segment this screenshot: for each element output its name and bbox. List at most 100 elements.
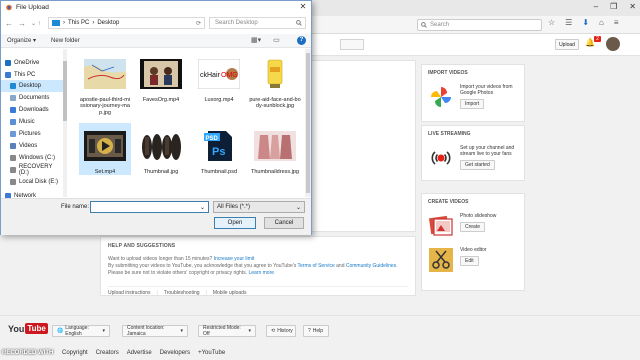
file-name-input[interactable]: ⌄ xyxy=(90,201,209,213)
download-icon[interactable]: ⬇ xyxy=(582,18,589,27)
chevron-down-icon[interactable]: ⌄ xyxy=(200,204,205,211)
preview-pane-icon[interactable]: ▭ xyxy=(273,36,280,44)
dialog-close-button[interactable]: ✕ xyxy=(297,2,309,12)
back-arrow-icon[interactable]: ← xyxy=(5,19,13,28)
organize-button[interactable]: Organize ▾ xyxy=(7,37,36,44)
increase-limit-link[interactable]: Increase your limit xyxy=(214,256,255,262)
file-scrollbar-thumb[interactable] xyxy=(306,53,310,193)
help-icon[interactable]: ? xyxy=(297,36,306,45)
slideshow-label: Photo slideshow xyxy=(460,213,497,219)
cancel-button[interactable]: Cancel xyxy=(264,217,304,229)
file-thumbnail xyxy=(249,123,301,169)
svg-text:OMG: OMG xyxy=(221,72,238,79)
file-name: Luxorg.mp4 xyxy=(204,97,234,103)
list-icon[interactable]: ☰ xyxy=(565,18,572,27)
mobile-uploads-link[interactable]: Mobile uploads xyxy=(213,290,247,296)
navigation-pane: OneDrive This PC Desktop Documents Downloads… xyxy=(1,49,67,199)
youtube-search-button[interactable] xyxy=(340,39,364,50)
nav-item[interactable]: Desktop xyxy=(1,80,63,92)
new-folder-button[interactable]: New folder xyxy=(51,38,80,44)
home-icon[interactable]: ⌂ xyxy=(599,18,604,27)
star-icon[interactable]: ☆ xyxy=(548,18,555,27)
guidelines-link[interactable]: Community Guidelines xyxy=(346,263,396,269)
help-line-3: Please be sure not to violate others' co… xyxy=(108,270,275,276)
file-upload-dialog: File Upload ✕ ← → ⌄ ↑ › This PC › Deskto… xyxy=(0,0,312,235)
restricted-mode-button[interactable]: Restricted Mode: Off ▾ xyxy=(198,325,256,337)
view-icon[interactable]: ▦▾ xyxy=(251,36,261,44)
terms-link[interactable]: Terms of Service xyxy=(298,263,335,269)
up-arrow-icon[interactable]: ⌄ ↑ xyxy=(31,20,41,27)
google-photos-icon xyxy=(428,84,454,110)
file-type-select[interactable]: All Files (*.*) ⌄ xyxy=(213,201,305,213)
file-item[interactable]: Set.mp4 xyxy=(79,123,131,176)
forward-arrow-icon[interactable]: → xyxy=(18,19,26,28)
import-button[interactable]: Import xyxy=(460,99,485,109)
address-bar[interactable]: › This PC › Desktop ⟳ xyxy=(48,17,205,29)
edit-button[interactable]: Edit xyxy=(460,256,479,266)
browser-search-input[interactable]: Search xyxy=(417,19,542,31)
learn-more-link[interactable]: Learn more xyxy=(248,270,274,276)
copyright-link[interactable]: Copyright xyxy=(62,350,88,356)
breadcrumb-desktop[interactable]: Desktop xyxy=(97,20,119,26)
search-desktop-input[interactable]: Search Desktop xyxy=(209,17,306,29)
upload-button[interactable]: Upload xyxy=(555,39,579,50)
window-controls: – ❐ ✕ xyxy=(594,2,636,11)
nav-item[interactable]: OneDrive xyxy=(1,57,63,69)
file-item[interactable]: apostle-paul-third-missionary-journey-ma… xyxy=(79,51,131,116)
get-started-button[interactable]: Get started xyxy=(460,160,495,170)
help-button[interactable]: ? Help xyxy=(303,325,329,337)
file-thumbnail: PSD Ps xyxy=(193,123,245,169)
breadcrumb: This PC › Desktop xyxy=(68,20,120,26)
search-icon xyxy=(296,20,302,26)
upload-instructions-link[interactable]: Upload instructions xyxy=(108,290,151,296)
nav-item[interactable]: RECOVERY (D:) xyxy=(1,164,63,176)
language-button[interactable]: 🌐 Language: English ▾ xyxy=(52,325,110,337)
notification-badge: 2 xyxy=(594,36,601,42)
menu-icon[interactable]: ≡ xyxy=(614,18,619,27)
file-thumbnail xyxy=(135,123,187,169)
file-thumbnail: ckHair OMG xyxy=(193,51,245,97)
slideshow-icon xyxy=(428,213,454,239)
troubleshooting-link[interactable]: Troubleshooting xyxy=(164,290,200,296)
nav-item[interactable]: This PC xyxy=(1,69,63,81)
plus-youtube-link[interactable]: +YouTube xyxy=(198,350,225,356)
file-item[interactable]: pure-aid-face-and-body-sunblock.jpg xyxy=(249,51,301,110)
file-item[interactable]: ckHair OMG Luxorg.mp4 xyxy=(193,51,245,103)
view-options: ▦▾ ▭ xyxy=(251,36,280,44)
nav-item[interactable]: Local Disk (E:) xyxy=(1,176,63,188)
create-title: CREATE VIDEOS xyxy=(428,199,469,205)
content-location-button[interactable]: Content location: Jamaica ▾ xyxy=(122,325,188,337)
nav-scrollbar-thumb[interactable] xyxy=(63,61,67,121)
breadcrumb-this-pc[interactable]: This PC xyxy=(68,20,89,26)
help-title: HELP AND SUGGESTIONS xyxy=(108,243,176,249)
file-item[interactable]: PSD Ps Thumbnail.psd xyxy=(193,123,245,175)
nav-item[interactable]: Windows (C:) xyxy=(1,152,63,164)
nav-item[interactable]: Downloads xyxy=(1,104,63,116)
nav-item[interactable]: Documents xyxy=(1,92,63,104)
file-item[interactable]: Thumbnail.jpg xyxy=(135,123,187,175)
minimize-icon[interactable]: – xyxy=(594,2,598,11)
close-icon[interactable]: ✕ xyxy=(629,2,636,11)
file-thumbnail xyxy=(79,51,131,97)
nav-item[interactable]: Videos xyxy=(1,140,63,152)
developers-link[interactable]: Developers xyxy=(160,350,190,356)
create-slideshow-button[interactable]: Create xyxy=(460,222,486,232)
open-button[interactable]: Open xyxy=(214,217,256,229)
file-item[interactable]: Thumbnaildress.jpg xyxy=(249,123,301,175)
folder-icon xyxy=(5,71,11,78)
file-item[interactable]: FavesOrg.mp4 xyxy=(135,51,187,103)
avatar[interactable] xyxy=(606,37,620,51)
file-name: apostle-paul-third-missionary-journey-ma… xyxy=(79,97,131,116)
refresh-icon[interactable]: ⟳ xyxy=(196,20,204,27)
advertise-link[interactable]: Advertise xyxy=(127,350,152,356)
nav-item[interactable]: Pictures xyxy=(1,128,63,140)
file-thumbnail xyxy=(249,51,301,97)
file-name: Thumbnaildress.jpg xyxy=(251,169,299,175)
history-button[interactable]: ⟲ History xyxy=(266,325,296,337)
creators-link[interactable]: Creators xyxy=(96,350,119,356)
nav-item[interactable]: Music xyxy=(1,116,63,128)
youtube-logo[interactable]: You Tube xyxy=(8,323,48,334)
folder-icon xyxy=(10,142,16,149)
maximize-icon[interactable]: ❐ xyxy=(610,2,617,11)
nav-item-label: Windows (C:) xyxy=(19,154,56,161)
